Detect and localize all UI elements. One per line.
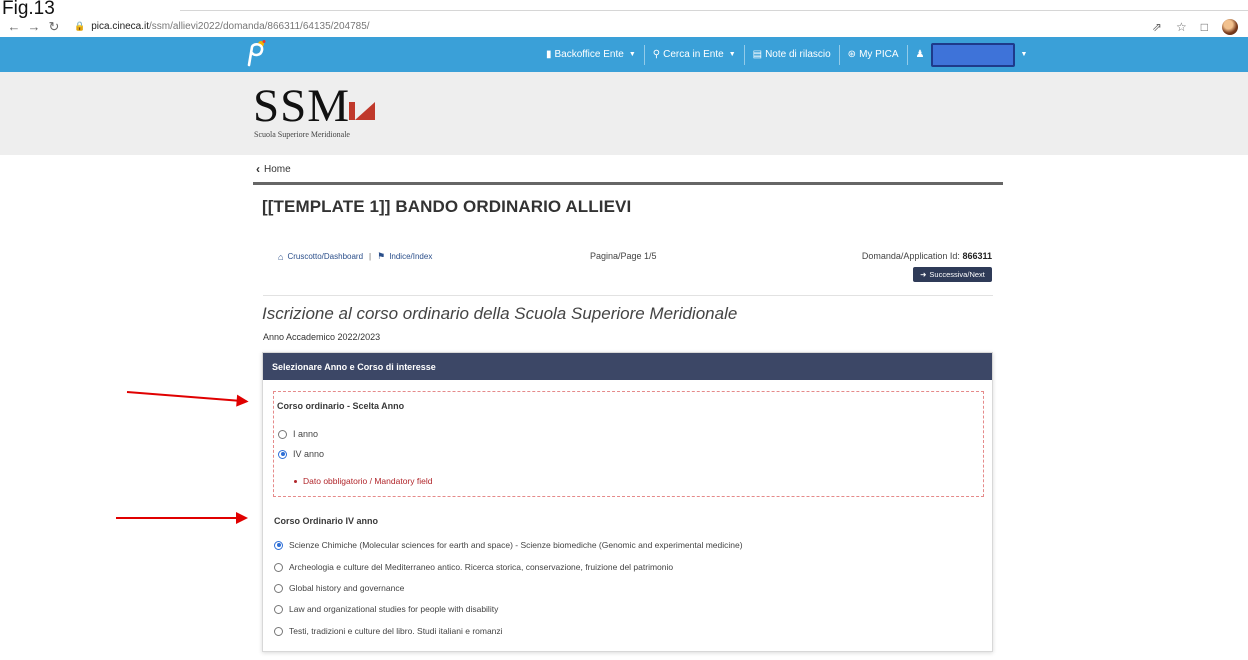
radio-option-label: Global history and governance: [289, 583, 405, 593]
star-icon[interactable]: ☆: [1176, 20, 1187, 34]
radio-option-label: IV anno: [293, 449, 325, 459]
mandatory-field-error: Dato obbligatorio / Mandatory field: [294, 476, 432, 486]
dashboard-link[interactable]: Cruscotto/Dashboard: [287, 252, 363, 261]
next-button-label: Successiva/Next: [929, 270, 985, 279]
pica-logo-icon[interactable]: [243, 39, 267, 67]
toolbar-separator: |: [369, 252, 372, 261]
navbar-menu: ▮ Backoffice Ente ▼ ⚲ Cerca in Ente ▼ ▤ …: [538, 37, 1035, 72]
radio-button[interactable]: [274, 626, 283, 636]
annotation-arrow-1: [126, 391, 247, 403]
nav-cerca-label: Cerca in Ente: [663, 49, 724, 60]
nav-cerca-in-ente[interactable]: ⚲ Cerca in Ente ▼: [645, 37, 744, 72]
form-toolbar-links: ⌂ Cruscotto/Dashboard | ⚑ Indice/Index: [278, 251, 432, 262]
bullet-icon: [294, 479, 297, 483]
reload-icon[interactable]: ↻: [44, 16, 64, 37]
radio-button-checked[interactable]: [274, 540, 283, 550]
nav-user-menu[interactable]: ♟ ▼: [908, 37, 1036, 72]
browser-address-bar: ← → ↻ 🔒 pica.cineca.it/ssm/allievi2022/d…: [0, 16, 1248, 37]
radio-button[interactable]: [274, 604, 283, 614]
next-button[interactable]: ➜ Successiva/Next: [913, 267, 992, 282]
radio-option-course-2[interactable]: Archeologia e culture del Mediterraneo a…: [274, 562, 673, 572]
application-id-label: Domanda/Application Id:: [861, 251, 960, 261]
chrome-divider: [180, 10, 1248, 11]
nav-note-di-rilascio[interactable]: ▤ Note di rilascio: [745, 37, 839, 72]
caret-down-icon: ▼: [1020, 51, 1028, 58]
nav-note-label: Note di rilascio: [765, 49, 831, 60]
browser-actions: ⇗ ☆ □: [1152, 16, 1238, 37]
nav-backoffice-ente[interactable]: ▮ Backoffice Ente ▼: [538, 37, 644, 72]
ssm-logo-triangle-icon: [349, 102, 375, 120]
index-link[interactable]: Indice/Index: [389, 252, 432, 261]
home-link[interactable]: ‹ Home: [256, 162, 291, 176]
toolbar-divider: [263, 295, 993, 296]
ssm-logo-text: SSM: [253, 80, 351, 132]
radio-option-course-4[interactable]: Law and organizational studies for peopl…: [274, 604, 498, 614]
back-arrow-icon[interactable]: ←: [4, 16, 24, 37]
page-indicator: Pagina/Page 1/5: [590, 251, 657, 261]
application-id-value: 866311: [962, 251, 992, 261]
profile-avatar[interactable]: [1222, 18, 1238, 35]
redacted-username: [931, 42, 1016, 67]
top-navbar: ▮ Backoffice Ente ▼ ⚲ Cerca in Ente ▼ ▤ …: [0, 37, 1248, 72]
radio-option-iv-anno[interactable]: IV anno: [278, 449, 324, 459]
title-divider: [253, 182, 1003, 185]
academic-year: Anno Accademico 2022/2023: [263, 332, 381, 342]
bookmark-icon: ⚑: [377, 251, 386, 261]
search-icon: ⚲: [652, 49, 661, 60]
url-host: pica.cineca.it: [91, 21, 150, 32]
radio-option-label: Archeologia e culture del Mediterraneo a…: [289, 562, 674, 572]
circle-arrow-icon: ⊛: [847, 49, 857, 60]
home-icon: ⌂: [278, 251, 284, 262]
radio-button[interactable]: [274, 562, 283, 572]
year-choice-group: Corso ordinario - Scelta Anno I anno IV …: [273, 391, 984, 497]
lock-icon[interactable]: 🔒: [74, 21, 85, 32]
radio-option-label: Law and organizational studies for peopl…: [289, 604, 499, 614]
share-icon[interactable]: ⇗: [1152, 20, 1162, 34]
caret-down-icon: ▼: [628, 51, 636, 58]
course-choice-label: Corso Ordinario IV anno: [274, 516, 379, 526]
radio-option-course-5[interactable]: Testi, tradizioni e culture del libro. S…: [274, 626, 503, 636]
panel-header: Selezionare Anno e Corso di interesse: [263, 353, 992, 380]
course-selection-panel: Selezionare Anno e Corso di interesse Co…: [262, 352, 993, 652]
radio-button-checked[interactable]: [278, 449, 287, 459]
ssm-logo-subtitle: Scuola Superiore Meridionale: [254, 130, 350, 139]
caret-down-icon: ▼: [728, 51, 736, 58]
radio-option-course-3[interactable]: Global history and governance: [274, 583, 404, 593]
error-text: Dato obbligatorio / Mandatory field: [303, 476, 433, 486]
url-path: /ssm/allievi2022/domanda/866311/64135/20…: [149, 21, 370, 32]
forward-arrow-icon[interactable]: →: [24, 16, 44, 37]
application-id: Domanda/Application Id: 866311: [862, 251, 992, 261]
radio-option-i-anno[interactable]: I anno: [278, 429, 318, 439]
nav-mypica-label: My PICA: [859, 49, 899, 60]
bar-chart-icon: ▮: [546, 49, 552, 60]
radio-option-label: Scienze Chimiche (Molecular sciences for…: [289, 540, 743, 550]
section-title: Iscrizione al corso ordinario della Scuo…: [262, 304, 738, 323]
page-title: [[TEMPLATE 1]] BANDO ORDINARIO ALLIEVI: [262, 197, 632, 216]
radio-button[interactable]: [278, 429, 287, 439]
radio-option-course-1[interactable]: Scienze Chimiche (Molecular sciences for…: [274, 540, 743, 550]
nav-my-pica[interactable]: ⊛ My PICA: [840, 37, 907, 72]
chevron-left-icon: ‹: [256, 162, 260, 176]
radio-option-label: Testi, tradizioni e culture del libro. S…: [289, 626, 503, 636]
nav-backoffice-label: Backoffice Ente: [554, 49, 624, 60]
radio-option-label: I anno: [293, 429, 319, 439]
header-band: [0, 72, 1248, 155]
annotation-arrow-2: [116, 512, 248, 524]
url-field[interactable]: pica.cineca.it/ssm/allievi2022/domanda/8…: [91, 21, 369, 32]
home-link-label: Home: [264, 163, 291, 175]
year-choice-label: Corso ordinario - Scelta Anno: [277, 401, 405, 411]
sidepanel-icon[interactable]: □: [1201, 20, 1208, 34]
radio-button[interactable]: [274, 583, 283, 593]
user-icon: ♟: [915, 49, 925, 60]
list-icon: ▤: [752, 49, 763, 60]
arrow-right-icon: ➜: [920, 270, 927, 279]
ssm-logo[interactable]: SSM Scuola Superiore Meridionale: [253, 80, 375, 139]
